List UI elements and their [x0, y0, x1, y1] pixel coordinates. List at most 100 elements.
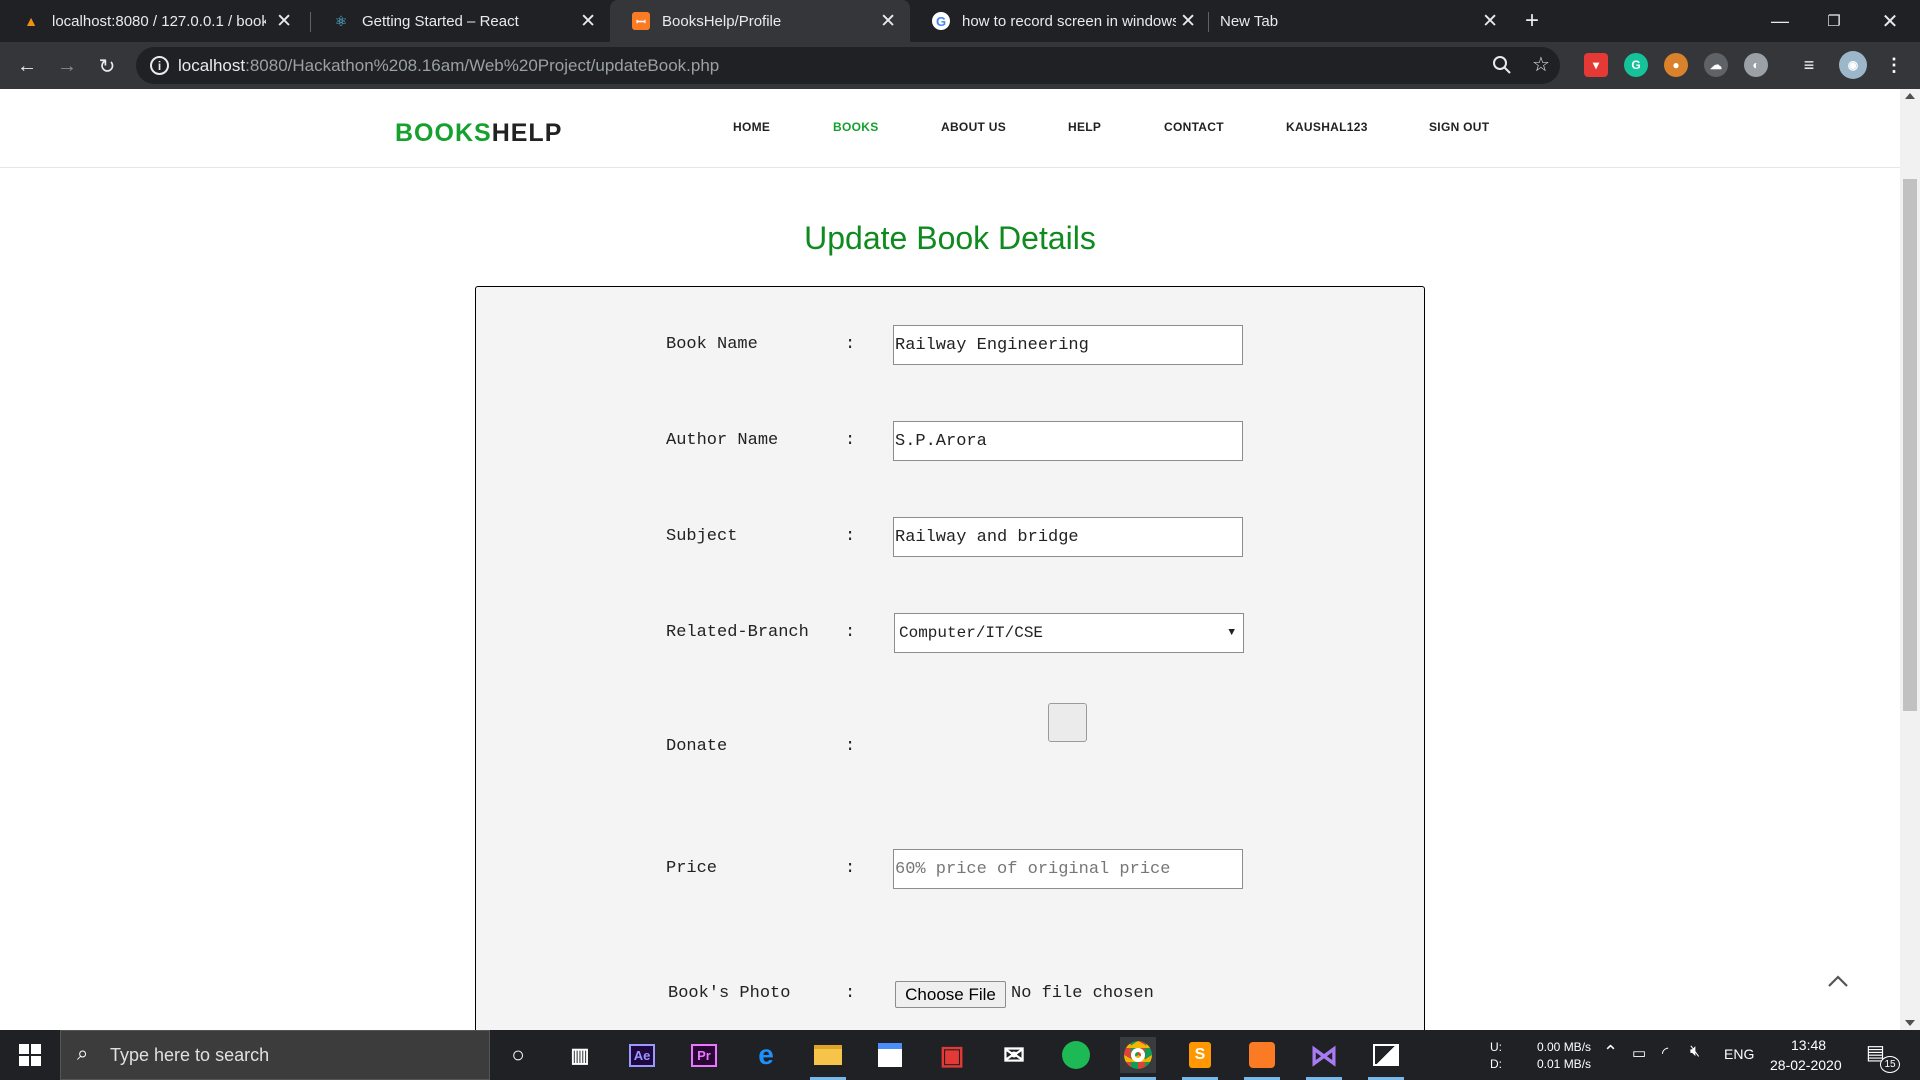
close-window-icon[interactable]: ✕	[1862, 0, 1918, 42]
tab-react[interactable]: ⚛ Getting Started – React ✕	[310, 0, 610, 42]
related-branch-select[interactable]: Computer/IT/CSE ▼	[894, 613, 1244, 653]
net-down-label: D:	[1490, 1057, 1502, 1071]
pocket-icon[interactable]: ▾	[1584, 53, 1608, 77]
clock-date[interactable]: 28-02-2020	[1770, 1057, 1842, 1073]
nav-books[interactable]: BOOKS	[833, 120, 879, 134]
tab-google-search[interactable]: G how to record screen in windows ✕	[910, 0, 1210, 42]
author-name-input[interactable]	[893, 421, 1243, 461]
subject-label: Subject	[666, 527, 738, 546]
clock-time[interactable]: 13:48	[1791, 1037, 1826, 1053]
restore-icon[interactable]: ❐	[1806, 0, 1862, 42]
sublime-text-icon[interactable]: S	[1182, 1037, 1218, 1080]
extension-icon[interactable]: ◐	[1744, 53, 1768, 77]
colon-separator: :	[845, 431, 856, 450]
google-icon: G	[932, 12, 950, 30]
browser-tab-bar: ▲ localhost:8080 / 127.0.0.1 / books ✕ ⚛…	[0, 0, 1920, 42]
colon-separator: :	[845, 623, 856, 642]
volume-muted-icon[interactable]: 🔇︎	[1690, 1043, 1700, 1061]
address-bar[interactable]: i localhost:8080/Hackathon%208.16am/Web%…	[136, 47, 1560, 84]
net-up-label: U:	[1490, 1040, 1502, 1054]
nav-help[interactable]: HELP	[1068, 120, 1101, 134]
reading-list-icon[interactable]: ≡	[1797, 53, 1821, 77]
scroll-to-top-button[interactable]	[1826, 969, 1850, 993]
close-icon[interactable]: ✕	[580, 10, 596, 33]
url-host: localhost	[178, 56, 246, 75]
nav-about-us[interactable]: ABOUT US	[941, 120, 1006, 134]
close-icon[interactable]: ✕	[276, 10, 292, 33]
nav-contact[interactable]: CONTACT	[1164, 120, 1224, 134]
info-icon[interactable]: i	[150, 56, 169, 75]
file-status-text: No file chosen	[1011, 984, 1154, 1003]
xampp-icon[interactable]	[1244, 1037, 1280, 1080]
taskbar-search[interactable]: ⌕ Type here to search	[60, 1030, 490, 1080]
nav-user[interactable]: KAUSHAL123	[1286, 120, 1368, 134]
store-icon[interactable]	[872, 1037, 908, 1073]
zoom-icon[interactable]	[1492, 55, 1512, 80]
reload-icon[interactable]: ↻	[93, 52, 121, 80]
colon-separator: :	[845, 335, 856, 354]
colon-separator: :	[845, 859, 856, 878]
close-icon[interactable]: ✕	[1482, 10, 1498, 33]
minimize-icon[interactable]: —	[1752, 0, 1808, 42]
tab-separator	[1208, 12, 1209, 32]
battery-icon[interactable]: ▭	[1632, 1044, 1646, 1062]
page-scrollbar[interactable]	[1900, 89, 1920, 1030]
nav-sign-out[interactable]: SIGN OUT	[1429, 120, 1489, 134]
forward-icon[interactable]: →	[53, 52, 81, 80]
extension-icon[interactable]: ☁	[1704, 53, 1728, 77]
start-button[interactable]	[0, 1030, 60, 1080]
colon-separator: :	[845, 737, 856, 756]
scrollbar-thumb[interactable]	[1903, 179, 1917, 711]
price-input[interactable]	[893, 849, 1243, 889]
grammarly-icon[interactable]: G	[1624, 53, 1648, 77]
url-path: :8080/Hackathon%208.16am/Web%20Project/u…	[245, 56, 720, 75]
tab-title: how to record screen in windows	[962, 12, 1176, 30]
close-icon[interactable]: ✕	[1180, 10, 1196, 33]
url-text[interactable]: localhost:8080/Hackathon%208.16am/Web%20…	[178, 56, 719, 76]
show-hidden-icons-chevron[interactable]: ⌃	[1603, 1042, 1618, 1063]
notification-count-badge: 15	[1880, 1056, 1900, 1073]
nav-home[interactable]: HOME	[733, 120, 770, 134]
spotify-icon[interactable]	[1058, 1037, 1094, 1073]
mail-icon[interactable]: ✉	[996, 1037, 1032, 1073]
back-icon[interactable]: ←	[13, 52, 41, 80]
wifi-icon[interactable]: ◜	[1662, 1043, 1668, 1063]
tab-new-tab[interactable]: New Tab ✕	[1210, 0, 1510, 42]
react-icon: ⚛	[334, 12, 348, 29]
search-icon: ⌕	[77, 1043, 89, 1065]
file-explorer-icon[interactable]	[810, 1037, 846, 1080]
premiere-pro-icon[interactable]: Pr	[686, 1037, 722, 1073]
donate-checkbox[interactable]	[1048, 703, 1087, 742]
page-content: BOOKSHELP HOME BOOKS ABOUT US HELP CONTA…	[0, 89, 1900, 1030]
gift-icon[interactable]: ▣	[934, 1037, 970, 1073]
tab-title: New Tab	[1220, 12, 1279, 30]
net-down-speed: 0.01 MB/s	[1537, 1057, 1592, 1071]
close-icon[interactable]: ✕	[880, 10, 896, 33]
photos-icon[interactable]	[1368, 1037, 1404, 1080]
phpmyadmin-icon: ▲	[24, 13, 38, 29]
scroll-up-icon[interactable]	[1905, 93, 1915, 99]
choose-file-button[interactable]: Choose File	[895, 981, 1006, 1008]
cortana-icon[interactable]: ○	[500, 1037, 536, 1073]
new-tab-button[interactable]: +	[1504, 0, 1560, 42]
tab-bookshelp-profile[interactable]: ꟷ BooksHelp/Profile ✕	[610, 0, 910, 42]
scroll-down-icon[interactable]	[1905, 1020, 1915, 1026]
edge-icon[interactable]: e	[748, 1037, 784, 1073]
subject-input[interactable]	[893, 517, 1243, 557]
task-view-icon[interactable]: ▥	[562, 1037, 598, 1073]
language-indicator[interactable]: ENG	[1724, 1046, 1754, 1062]
site-logo[interactable]: BOOKSHELP	[395, 119, 562, 148]
cookie-icon[interactable]: ●	[1664, 53, 1688, 77]
chrome-icon[interactable]	[1120, 1037, 1156, 1080]
visual-studio-icon[interactable]: ⋈	[1306, 1037, 1342, 1080]
chevron-up-icon	[1828, 975, 1848, 987]
donate-label: Donate	[666, 737, 728, 756]
avatar[interactable]: ◉	[1839, 51, 1867, 79]
after-effects-icon[interactable]: Ae	[624, 1037, 660, 1073]
bookmark-star-icon[interactable]: ☆	[1532, 52, 1550, 77]
related-branch-label: Related-Branch	[666, 623, 809, 642]
update-book-form: Book Name : Author Name : Subject : Rela…	[475, 286, 1425, 1030]
tab-phpmyadmin[interactable]: ▲ localhost:8080 / 127.0.0.1 / books ✕	[0, 0, 306, 42]
book-name-input[interactable]	[893, 325, 1243, 365]
menu-icon[interactable]: ⋮	[1882, 53, 1906, 77]
